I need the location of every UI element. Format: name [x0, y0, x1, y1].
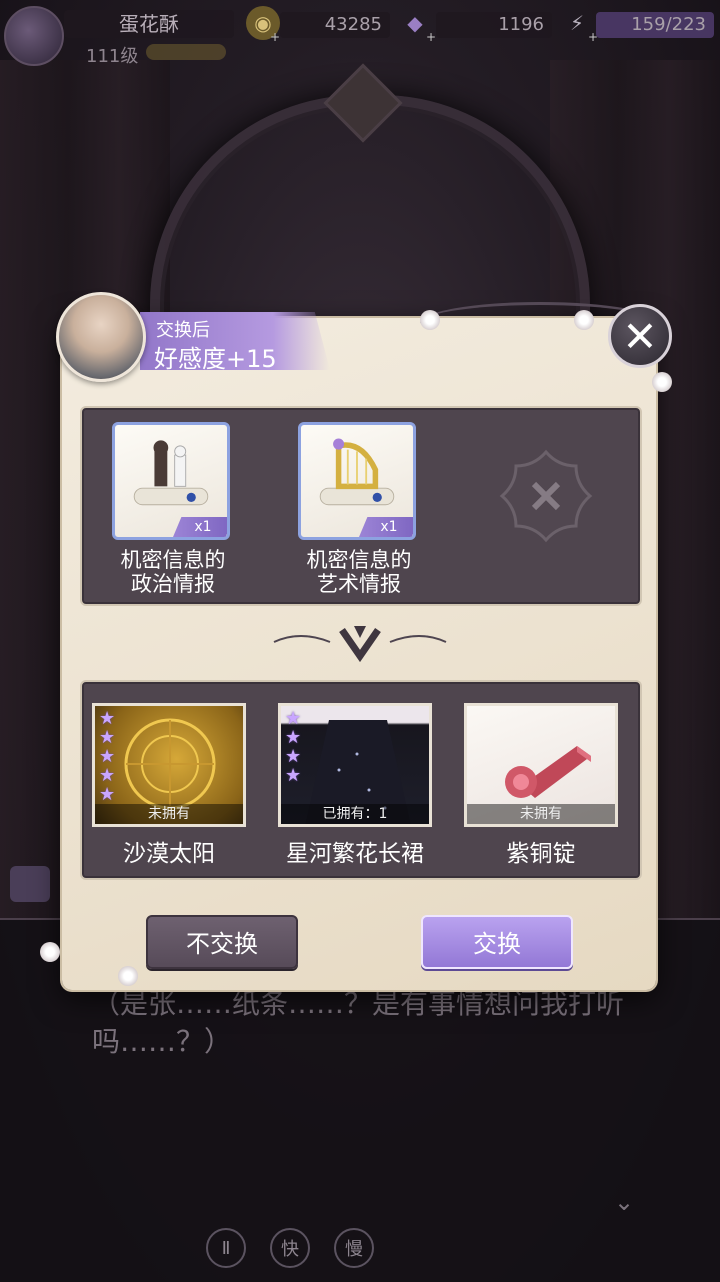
star-icon: ★: [99, 784, 116, 805]
reward-name: 沙漠太阳: [123, 841, 215, 867]
player-name: 蛋花酥: [64, 10, 234, 38]
star-rating: ★ ★ ★ ★: [285, 710, 301, 785]
rose-decoration: [420, 310, 440, 330]
star-icon: ★: [285, 727, 302, 748]
rose-decoration: [118, 966, 138, 986]
exchange-arrow-icon: [273, 626, 447, 663]
npc-avatar: [56, 292, 146, 382]
chevron-down-icon: ⌄: [614, 1188, 635, 1216]
player-avatar[interactable]: [4, 6, 64, 66]
slow-button[interactable]: 慢: [334, 1228, 374, 1268]
ownership-status: 未拥有: [95, 804, 243, 824]
star-icon: ★: [99, 765, 116, 786]
add-diamond-button[interactable]: +: [426, 30, 436, 44]
add-gold-button[interactable]: +: [270, 30, 280, 44]
star-rating: ★ ★ ★ ★ ★: [99, 710, 115, 804]
cost-item-name-line1: 机密信息的: [120, 548, 226, 572]
quantity-badge: x1: [173, 517, 227, 537]
reward-starry-skirt[interactable]: ★ ★ ★ ★ 已拥有：1: [278, 703, 432, 827]
cost-item-name-line2: 艺术情报: [317, 572, 401, 596]
ownership-status: 已拥有：1: [281, 804, 429, 824]
harp-scroll-icon: [319, 438, 395, 506]
cost-item-name: 机密信息的 艺术情报: [279, 548, 439, 596]
reward-desert-sun[interactable]: ★ ★ ★ ★ ★ 未拥有: [92, 703, 246, 827]
reward-name: 紫铜锭: [506, 841, 576, 867]
cost-item-name-line1: 机密信息的: [306, 548, 412, 572]
exchange-button[interactable]: 交换: [421, 915, 573, 969]
gold-amount: 43285: [280, 12, 390, 38]
reward-name: 星河繁花长裙: [286, 841, 424, 867]
star-icon: ★: [285, 708, 302, 729]
close-icon: ✕: [622, 311, 658, 361]
star-icon: ★: [99, 746, 116, 767]
rose-decoration: [652, 372, 672, 392]
chess-scroll-icon: [133, 440, 209, 506]
empty-slot-icon: [499, 449, 593, 543]
close-button[interactable]: ✕: [608, 304, 672, 368]
cost-item-political-intel[interactable]: x1: [112, 422, 230, 540]
diamond-amount: 1196: [436, 12, 552, 38]
star-icon: ★: [99, 727, 116, 748]
fast-forward-button[interactable]: 快: [270, 1228, 310, 1268]
no-exchange-button[interactable]: 不交换: [146, 915, 298, 969]
affection-bonus: 好感度+15: [154, 345, 277, 373]
star-icon: ★: [285, 765, 302, 786]
rose-decoration: [40, 942, 60, 962]
ownership-status: 未拥有: [467, 804, 615, 824]
top-hud: 蛋花酥 111级 ◉ + 43285 ◆ + 1196 ⚡ + 159/223: [0, 0, 720, 70]
cost-item-name-line2: 政治情报: [131, 572, 215, 596]
star-icon: ★: [99, 708, 116, 729]
cost-item-art-intel[interactable]: x1: [298, 422, 416, 540]
star-icon: ★: [285, 746, 302, 767]
quantity-badge: x1: [359, 517, 413, 537]
copper-ingot-rose-icon: [505, 746, 591, 798]
pause-button[interactable]: Ⅱ: [206, 1228, 246, 1268]
cost-item-name: 机密信息的 政治情报: [93, 548, 253, 596]
speaker-tab: [10, 866, 50, 902]
dialogue-text: （是张……纸条……？是有事情想问我打听吗……？）: [92, 987, 625, 1058]
rose-decoration: [574, 310, 594, 330]
reward-copper-ingot[interactable]: 未拥有: [464, 703, 618, 827]
player-level: 111级: [86, 46, 139, 67]
level-badge: [146, 44, 226, 60]
stamina-amount: 159/223: [596, 12, 714, 38]
gold-astrolabe-icon: [124, 718, 216, 810]
